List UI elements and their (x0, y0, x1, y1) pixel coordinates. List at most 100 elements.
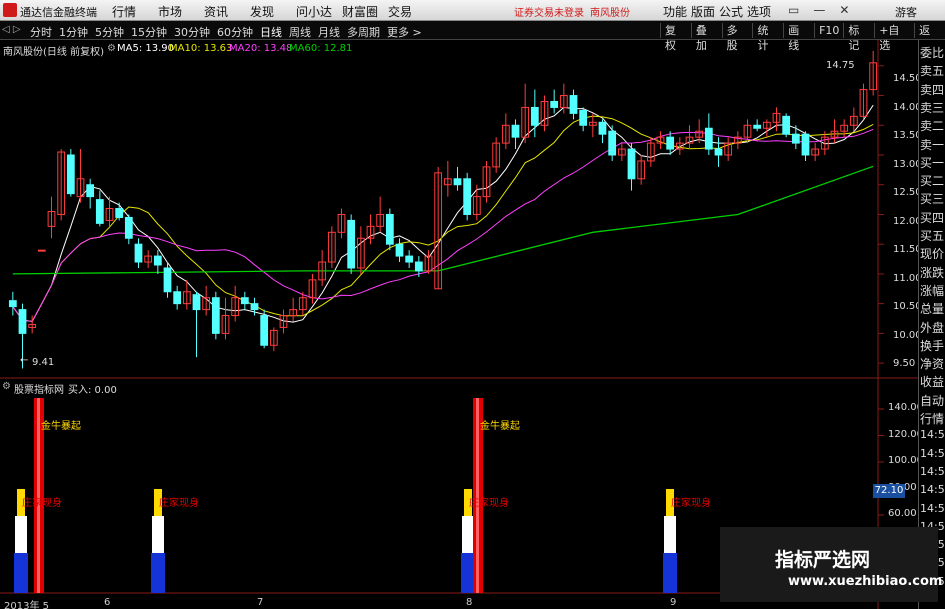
chart-tools: 复权叠加多股统计画线F10标记+自选返回 (660, 23, 945, 52)
minimize-icon[interactable]: — (813, 3, 825, 17)
indicator-tick-4: 60.00 (888, 508, 917, 519)
menu-item-0[interactable]: 行情 (112, 3, 158, 20)
tool-button-2[interactable]: 多股 (721, 23, 753, 52)
ma20-line (12, 128, 874, 323)
candle-12 (124, 214, 133, 245)
side-panel-item-25[interactable]: 14:5 (920, 502, 945, 520)
candle-74 (724, 137, 733, 161)
side-panel-item-13[interactable]: 涨幅 (920, 282, 945, 300)
side-panel-item-20[interactable]: 行情 (920, 410, 945, 428)
price-tick-10: 9.50 (893, 358, 916, 369)
tool-button-3[interactable]: 统计 (752, 23, 783, 52)
dealer-signal-label-2: 庄家现身 (159, 498, 199, 509)
candle-23 (231, 285, 240, 322)
candle-body-73 (714, 148, 723, 156)
side-panel-item-14[interactable]: 总量 (920, 300, 945, 318)
candle-52 (511, 119, 520, 150)
period-tab-5[interactable]: 60分钟 (217, 24, 253, 40)
side-panel-item-5[interactable]: 卖一 (920, 136, 945, 154)
tool-button-1[interactable]: 叠加 (690, 23, 722, 52)
candle-83 (811, 143, 820, 161)
tool-button-4[interactable]: 画线 (783, 23, 814, 52)
side-panel-item-23[interactable]: 14:5 (920, 465, 945, 483)
side-panel-item-2[interactable]: 卖四 (920, 81, 945, 99)
side-panel-item-3[interactable]: 卖三 (920, 99, 945, 117)
side-panel-item-19[interactable]: 自动 (920, 392, 945, 410)
tool-button-7[interactable]: +自选 (874, 23, 914, 52)
side-panel-item-6[interactable]: 买一 (920, 154, 945, 172)
right-menu-item-2[interactable]: 公式 (719, 3, 747, 20)
tool-button-0[interactable]: 复权 (660, 23, 691, 52)
tool-button-5[interactable]: F10 (814, 23, 843, 38)
side-panel-item-18[interactable]: 收益 (920, 373, 945, 391)
date-tick-0: 2013年 5 (4, 601, 49, 609)
side-panel-item-24[interactable]: 14:5 (920, 483, 945, 501)
candle-64 (627, 143, 636, 191)
side-panel-item-21[interactable]: 14:5 (920, 428, 945, 446)
side-panel-item-15[interactable]: 外盘 (920, 319, 945, 337)
candle-body-13 (134, 243, 143, 263)
right-menu-item-1[interactable]: 版面 (691, 3, 719, 20)
menu-item-2[interactable]: 资讯 (204, 3, 250, 20)
candle-body-0 (8, 300, 17, 308)
period-tab-9[interactable]: 多周期 (347, 24, 380, 40)
date-tick-2: 7 (257, 597, 264, 608)
stock-alert[interactable]: 南风股份 (590, 4, 630, 19)
menu-item-4[interactable]: 问小达 (296, 3, 342, 20)
side-panel-item-4[interactable]: 卖二 (920, 117, 945, 135)
side-panel-item-9[interactable]: 买四 (920, 209, 945, 227)
kline-chart[interactable] (0, 40, 918, 609)
side-panel-item-1[interactable]: 卖五 (920, 62, 945, 80)
ma10-line (12, 115, 874, 323)
candle-89 (869, 50, 878, 96)
candle-61 (598, 119, 607, 144)
restore-icon[interactable]: ▭ (788, 3, 799, 17)
candle-body-6 (66, 154, 75, 195)
candle-80 (782, 113, 791, 138)
candle-body-54 (530, 106, 539, 126)
period-tab-1[interactable]: 1分钟 (59, 24, 88, 40)
guest-login[interactable]: 游客 (895, 4, 917, 20)
right-menu-item-3[interactable]: 选项 (747, 3, 775, 20)
dealer-signal-label-0: 庄家现身 (22, 498, 62, 509)
tool-button-6[interactable]: 标记 (843, 23, 874, 52)
candle-2 (28, 315, 37, 334)
close-icon[interactable]: ✕ (839, 3, 849, 17)
side-panel-item-12[interactable]: 涨跌 (920, 264, 945, 282)
period-tab-2[interactable]: 5分钟 (95, 24, 124, 40)
candle-body-46 (453, 178, 462, 186)
side-panel-item-17[interactable]: 净资 (920, 355, 945, 373)
menu-item-1[interactable]: 市场 (158, 3, 204, 20)
menu-item-5[interactable]: 财富圈 (342, 3, 388, 20)
side-panel-item-8[interactable]: 买三 (920, 190, 945, 208)
menu-item-6[interactable]: 交易 (388, 3, 434, 20)
period-tab-6[interactable]: 日线 (260, 24, 282, 40)
menu-item-3[interactable]: 发现 (250, 3, 296, 20)
period-tab-4[interactable]: 30分钟 (174, 24, 210, 40)
side-panel-item-16[interactable]: 换手 (920, 337, 945, 355)
candle-0 (8, 291, 17, 316)
right-menu-item-0[interactable]: 功能 (663, 3, 691, 20)
candle-5 (57, 149, 66, 221)
candle-body-80 (782, 115, 791, 135)
candle-87 (849, 107, 858, 132)
settings-icon[interactable]: ⚙ (107, 43, 116, 54)
app-logo-icon (3, 3, 17, 17)
period-tab-8[interactable]: 月线 (318, 24, 340, 40)
period-tab-3[interactable]: 15分钟 (131, 24, 167, 40)
side-panel-item-22[interactable]: 14:5 (920, 447, 945, 465)
side-panel-item-10[interactable]: 买五 (920, 227, 945, 245)
candle-33 (327, 226, 336, 268)
trade-login-alert[interactable]: 证券交易未登录 (514, 4, 584, 19)
period-tab-10[interactable]: 更多 > (387, 24, 422, 40)
side-panel-item-0[interactable]: 委比 (920, 44, 945, 62)
candle-41 (405, 250, 414, 268)
period-tab-0[interactable]: 分时 (30, 24, 52, 40)
period-tab-7[interactable]: 周线 (289, 24, 311, 40)
candle-85 (830, 119, 839, 144)
nav-arrows-icon[interactable]: ◁ ▷ (2, 24, 21, 35)
side-panel-item-11[interactable]: 现价 (920, 245, 945, 263)
indicator-settings-icon[interactable]: ⚙ (2, 381, 11, 392)
side-panel-item-7[interactable]: 买二 (920, 172, 945, 190)
tool-button-8[interactable]: 返回 (914, 23, 945, 52)
